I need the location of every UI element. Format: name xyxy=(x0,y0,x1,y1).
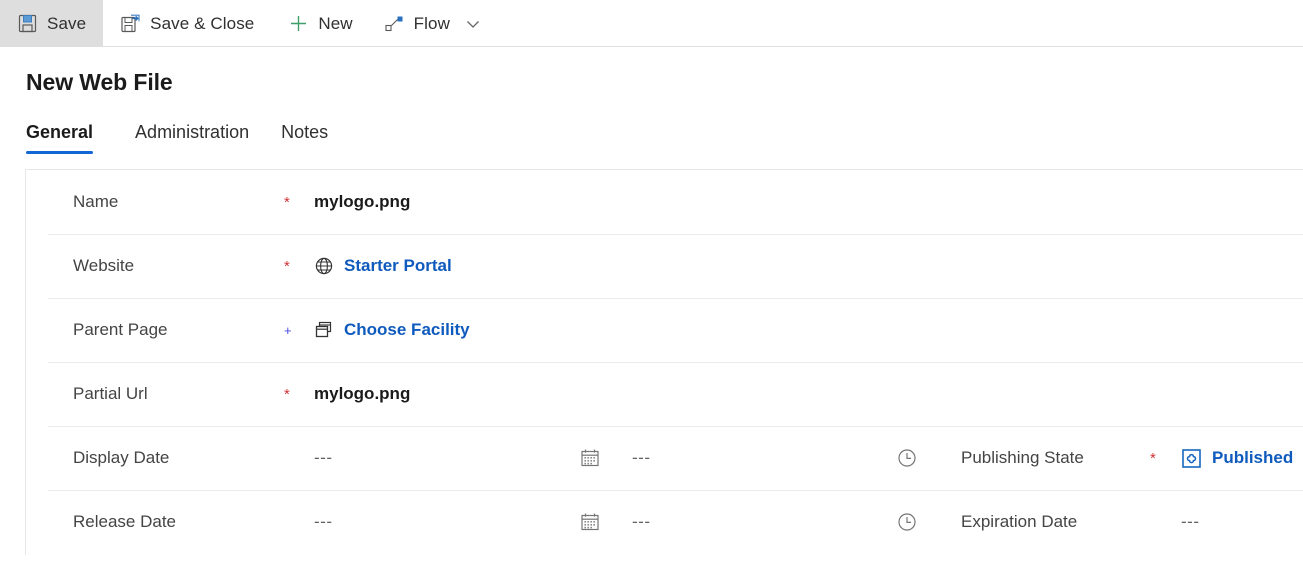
clock-icon[interactable] xyxy=(896,511,918,533)
page-header: New Web File xyxy=(0,47,1303,96)
form-row-parent-page: Parent Page + Choose Facility xyxy=(26,298,1303,362)
tab-administration[interactable]: Administration xyxy=(119,122,265,154)
tab-notes-label: Notes xyxy=(281,122,329,142)
plus-icon xyxy=(288,13,309,34)
field-value-release-time[interactable]: --- xyxy=(632,512,650,532)
tab-notes[interactable]: Notes xyxy=(265,122,344,154)
field-value-parent-page[interactable]: Choose Facility xyxy=(314,320,470,340)
field-value-partial-url-text: mylogo.png xyxy=(314,384,411,403)
new-button-label: New xyxy=(318,14,353,33)
form-row-display-date: Display Date --- --- Publishing State * … xyxy=(26,426,1303,490)
field-value-website[interactable]: Starter Portal xyxy=(314,256,452,276)
tab-general-label: General xyxy=(26,122,94,142)
new-button[interactable]: New xyxy=(271,0,369,47)
form-row-name: Name * mylogo.png xyxy=(26,170,1303,234)
flow-icon xyxy=(384,13,405,34)
field-value-publishing-state-link[interactable]: Published xyxy=(1212,448,1293,468)
field-value-partial-url[interactable]: mylogo.png xyxy=(314,384,410,404)
field-value-display-time[interactable]: --- xyxy=(632,448,650,468)
save-icon xyxy=(17,13,38,34)
required-marker-website: * xyxy=(284,257,290,275)
recommended-marker-parent-page: + xyxy=(284,322,292,338)
field-label-name: Name xyxy=(73,192,119,211)
globe-icon xyxy=(314,256,334,276)
form-row-release-date: Release Date --- --- Expiration Date --- xyxy=(26,490,1303,554)
save-and-close-icon xyxy=(120,13,141,34)
field-label-publishing-state: Publishing State xyxy=(961,448,1084,467)
field-label-parent-page: Parent Page xyxy=(73,320,168,339)
field-value-expiration-date[interactable]: --- xyxy=(1181,512,1199,532)
field-value-name-text: mylogo.png xyxy=(314,192,411,211)
required-marker-partial-url: * xyxy=(284,385,290,403)
save-and-close-label: Save & Close xyxy=(150,14,255,33)
field-value-parent-page-link[interactable]: Choose Facility xyxy=(344,320,470,340)
page-title: New Web File xyxy=(26,69,173,95)
field-label-display-date: Display Date xyxy=(73,448,170,467)
save-button[interactable]: Save xyxy=(0,0,104,47)
field-label-release-date: Release Date xyxy=(73,512,177,531)
field-value-release-date[interactable]: --- xyxy=(314,512,332,532)
form-tabs: General Administration Notes xyxy=(26,116,1303,154)
form-panel: Name * mylogo.png Website * Starter Port… xyxy=(25,169,1303,555)
form-row-partial-url: Partial Url * mylogo.png xyxy=(26,362,1303,426)
field-label-partial-url: Partial Url xyxy=(73,384,148,403)
tab-general[interactable]: General xyxy=(26,122,109,154)
flow-button-label: Flow xyxy=(413,14,450,33)
field-label-expiration-date: Expiration Date xyxy=(961,512,1078,531)
publishing-state-icon xyxy=(1181,448,1202,469)
tab-administration-label: Administration xyxy=(135,122,250,142)
chevron-down-icon xyxy=(464,15,482,33)
overflow-chevron-button[interactable] xyxy=(456,0,494,47)
field-value-display-date[interactable]: --- xyxy=(314,448,332,468)
flow-button[interactable]: Flow xyxy=(370,0,456,47)
pages-icon xyxy=(314,320,334,340)
calendar-icon[interactable] xyxy=(579,447,601,469)
command-bar: Save Save & Close New Flow xyxy=(0,0,1303,47)
clock-icon[interactable] xyxy=(896,447,918,469)
field-label-website: Website xyxy=(73,256,135,275)
field-value-name[interactable]: mylogo.png xyxy=(314,192,410,212)
form-row-website: Website * Starter Portal xyxy=(26,234,1303,298)
required-marker-name: * xyxy=(284,193,290,211)
calendar-icon[interactable] xyxy=(579,511,601,533)
field-value-publishing-state[interactable]: Published xyxy=(1181,448,1293,469)
field-value-website-link[interactable]: Starter Portal xyxy=(344,256,452,276)
save-button-label: Save xyxy=(47,14,87,33)
save-and-close-button[interactable]: Save & Close xyxy=(103,0,271,47)
required-marker-publishing-state: * xyxy=(1150,449,1156,467)
